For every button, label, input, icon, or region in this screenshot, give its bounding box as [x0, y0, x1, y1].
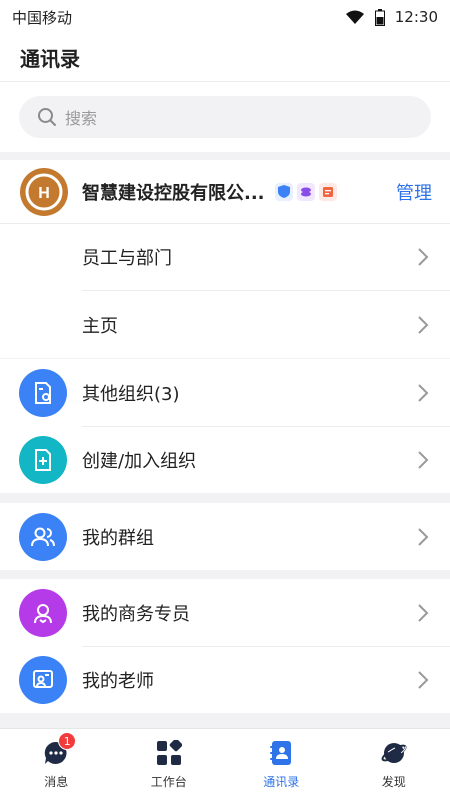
manage-button[interactable]: 管理 [396, 179, 432, 205]
search-placeholder: 搜索 [65, 109, 98, 128]
coins-icon [296, 182, 315, 201]
teacher-icon [19, 655, 67, 704]
search-icon [38, 108, 56, 126]
tab-label: 通讯录 [263, 775, 300, 789]
unread-badge: 1 [58, 732, 77, 750]
group-icon [19, 512, 67, 561]
status-icons: 12:30 [345, 8, 438, 26]
clock: 12:30 [394, 8, 438, 26]
organization-header[interactable]: H 智慧建设控股有限公... 管理 [0, 160, 450, 224]
chevron-right-icon [418, 450, 429, 469]
org-badges [274, 182, 337, 201]
battery-icon [374, 8, 385, 26]
org-list-icon [19, 368, 67, 417]
my-groups-item[interactable]: 我的群组 [0, 503, 450, 570]
tab-messages[interactable]: 1 消息 [0, 729, 113, 800]
service-icon [19, 588, 67, 637]
list-item-label: 我的群组 [82, 527, 154, 549]
carrier-label: 中国移动 [12, 8, 73, 27]
chevron-right-icon [418, 603, 429, 622]
search-input[interactable]: 搜索 [19, 96, 431, 138]
homepage-item[interactable]: 主页 [82, 291, 450, 358]
employees-departments-item[interactable]: 员工与部门 [82, 224, 450, 291]
other-organizations-item[interactable]: 其他组织(3) [0, 359, 450, 426]
page-title: 通讯录 [20, 47, 80, 71]
wifi-icon [345, 10, 364, 24]
my-teacher-item[interactable]: 我的老师 [0, 646, 450, 713]
add-org-icon [19, 435, 67, 484]
tab-discover[interactable]: 发现 [338, 729, 450, 800]
page-header: 通讯录 [0, 34, 450, 82]
tab-workbench[interactable]: 工作台 [113, 729, 226, 800]
tab-label: 工作台 [150, 775, 187, 789]
chevron-right-icon [418, 670, 429, 689]
company-logo: H [20, 167, 68, 216]
organization-card: H 智慧建设控股有限公... 管理 员工与部门 主页 [0, 160, 450, 358]
list-item-label: 我的老师 [82, 670, 154, 692]
business-specialist-item[interactable]: 我的商务专员 [0, 579, 450, 646]
chevron-right-icon [418, 383, 429, 402]
certificate-icon [318, 182, 337, 201]
organization-name: 智慧建设控股有限公... [82, 182, 265, 204]
tab-label: 发现 [381, 775, 406, 789]
list-item-label: 主页 [82, 315, 118, 337]
grid-icon [155, 739, 183, 767]
list-item-label: 其他组织(3) [82, 383, 180, 405]
status-bar: 中国移动 12:30 [0, 0, 450, 34]
chevron-right-icon [418, 315, 429, 334]
verified-shield-icon [274, 182, 293, 201]
list-item-label: 我的商务专员 [82, 603, 190, 625]
create-join-organization-item[interactable]: 创建/加入组织 [0, 426, 450, 493]
groups-section: 我的群组 [0, 503, 450, 570]
list-item-label: 员工与部门 [82, 248, 172, 269]
contacts-section: 我的商务专员 我的老师 [0, 579, 450, 713]
bottom-tab-bar: 1 消息 工作台 通讯录 发现 [0, 728, 450, 800]
chat-bubble-icon: 1 [42, 732, 77, 767]
list-item-label: 创建/加入组织 [82, 450, 197, 472]
planet-icon [380, 739, 408, 767]
chevron-right-icon [418, 527, 429, 546]
organization-actions-section: 其他组织(3) 创建/加入组织 [0, 359, 450, 493]
address-book-icon [267, 739, 295, 767]
tab-contacts[interactable]: 通讯录 [225, 729, 338, 800]
svg-text:H: H [38, 185, 50, 202]
tab-label: 消息 [44, 775, 69, 789]
search-area: 搜索 [0, 82, 450, 152]
chevron-right-icon [418, 248, 429, 266]
